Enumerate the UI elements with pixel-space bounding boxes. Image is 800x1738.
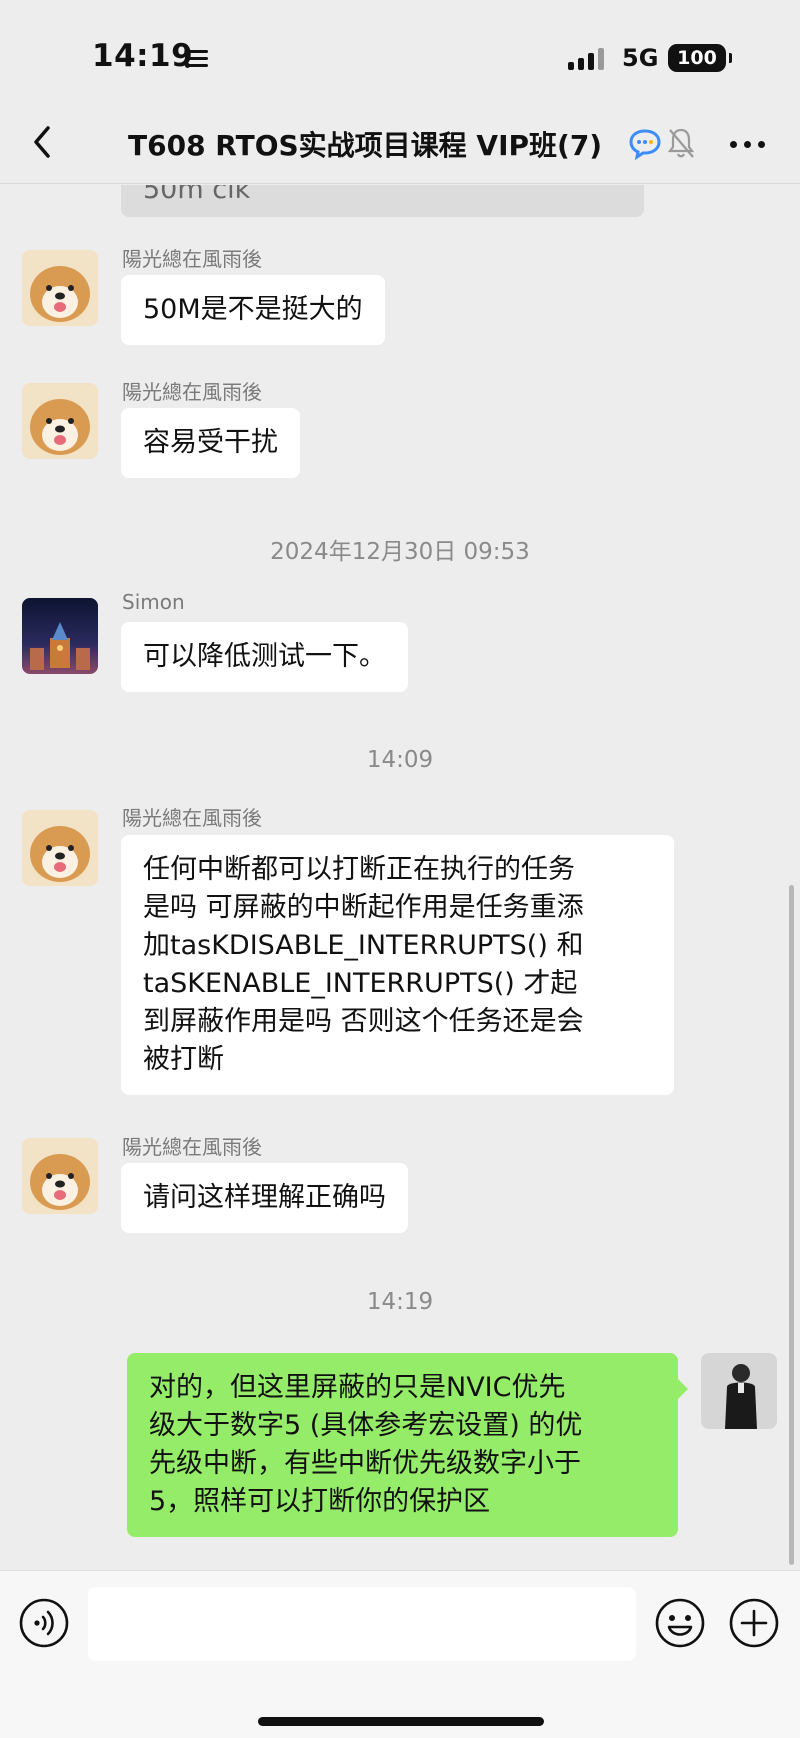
message-text: 请问这样理解正确吗 (143, 1182, 386, 1213)
message-bubble[interactable]: 50m clk (121, 185, 644, 217)
sender-name: Simon (122, 590, 185, 614)
message-line: 先级中断，有些中断优先级数字小于 (149, 1448, 581, 1479)
message-line: 加tasKDISABLE_INTERRUPTS() 和 (143, 930, 584, 961)
message-bubble[interactable]: 50M是不是挺大的 (121, 275, 385, 345)
message-text: 50m clk (143, 185, 251, 205)
message-text: 50M是不是挺大的 (143, 294, 363, 325)
time-divider: 14:09 (366, 747, 434, 773)
message-bubble[interactable]: 请问这样理解正确吗 (121, 1163, 408, 1233)
sender-name: 陽光總在風雨後 (122, 247, 262, 271)
message-line: 被打断 (143, 1044, 224, 1075)
voice-icon[interactable] (18, 1597, 70, 1649)
chat-title: T608 RTOS实战项目课程 VIP班(7) (128, 129, 603, 162)
message-bubble[interactable]: 容易受干扰 (121, 408, 300, 478)
message-line: 到屏蔽作用是吗 否则这个任务还是会 (143, 1006, 584, 1037)
status-bar: 14:19 5G 100 (0, 0, 800, 110)
avatar[interactable] (701, 1353, 777, 1429)
message-line: 任何中断都可以打断正在执行的任务 (143, 854, 575, 885)
bell-off-icon (667, 128, 695, 158)
avatar[interactable] (22, 810, 98, 886)
message-line: 级大于数字5 (具体参考宏设置) 的优 (149, 1410, 583, 1441)
chat-bubble-icon[interactable] (628, 128, 662, 160)
message-line: 对的，但这里屏蔽的只是NVIC优先 (149, 1372, 566, 1403)
message-input[interactable] (88, 1587, 636, 1661)
message-bubble[interactable]: 任何中断都可以打断正在执行的任务 是吗 可屏蔽的中断起作用是任务重添 加tasK… (121, 835, 674, 1095)
nav-bar: T608 RTOS实战项目课程 VIP班(7) (0, 110, 800, 184)
message-line: 5，照样可以打断你的保护区 (149, 1486, 491, 1517)
chat-screen: 14:19 5G 100 T608 RTOS实战项目课程 VIP班(7) 50m… (0, 0, 800, 1738)
emoji-icon[interactable] (654, 1597, 706, 1649)
home-indicator (258, 1717, 544, 1726)
back-button[interactable] (24, 122, 64, 162)
avatar[interactable] (22, 250, 98, 326)
sender-name: 陽光總在風雨後 (122, 1135, 262, 1159)
avatar[interactable] (22, 1138, 98, 1214)
sender-name: 陽光總在風雨後 (122, 380, 262, 404)
scrollbar[interactable] (789, 885, 794, 1565)
avatar[interactable] (22, 383, 98, 459)
more-button[interactable] (724, 132, 772, 156)
message-bubble[interactable]: 可以降低测试一下。 (121, 622, 408, 692)
sender-name: 陽光總在風雨後 (122, 806, 262, 830)
message-line: 是吗 可屏蔽的中断起作用是任务重添 (143, 892, 584, 923)
message-bubble-outgoing[interactable]: 对的，但这里屏蔽的只是NVIC优先 级大于数字5 (具体参考宏设置) 的优 先级… (127, 1353, 688, 1537)
list-icon (185, 48, 208, 68)
network-type: 5G (622, 44, 659, 72)
message-text: 容易受干扰 (143, 427, 278, 458)
input-bar (0, 1570, 800, 1738)
time-divider: 14:19 (366, 1289, 434, 1315)
time-divider: 2024年12月30日 09:53 (270, 539, 530, 565)
chevron-left-icon (34, 126, 50, 158)
message-line: taSKENABLE_INTERRUPTS() 才起 (143, 968, 578, 999)
avatar[interactable] (22, 598, 98, 674)
chat-history[interactable]: 50m clk 陽光總在風雨後 50M是不是挺大的 陽光總在風雨後 容易受干扰 (0, 185, 800, 1570)
battery-icon: 100 (668, 44, 732, 72)
message-text: 可以降低测试一下。 (143, 641, 386, 672)
plus-icon[interactable] (728, 1597, 780, 1649)
signal-icon (568, 46, 606, 70)
status-time: 14:19 (92, 38, 194, 74)
